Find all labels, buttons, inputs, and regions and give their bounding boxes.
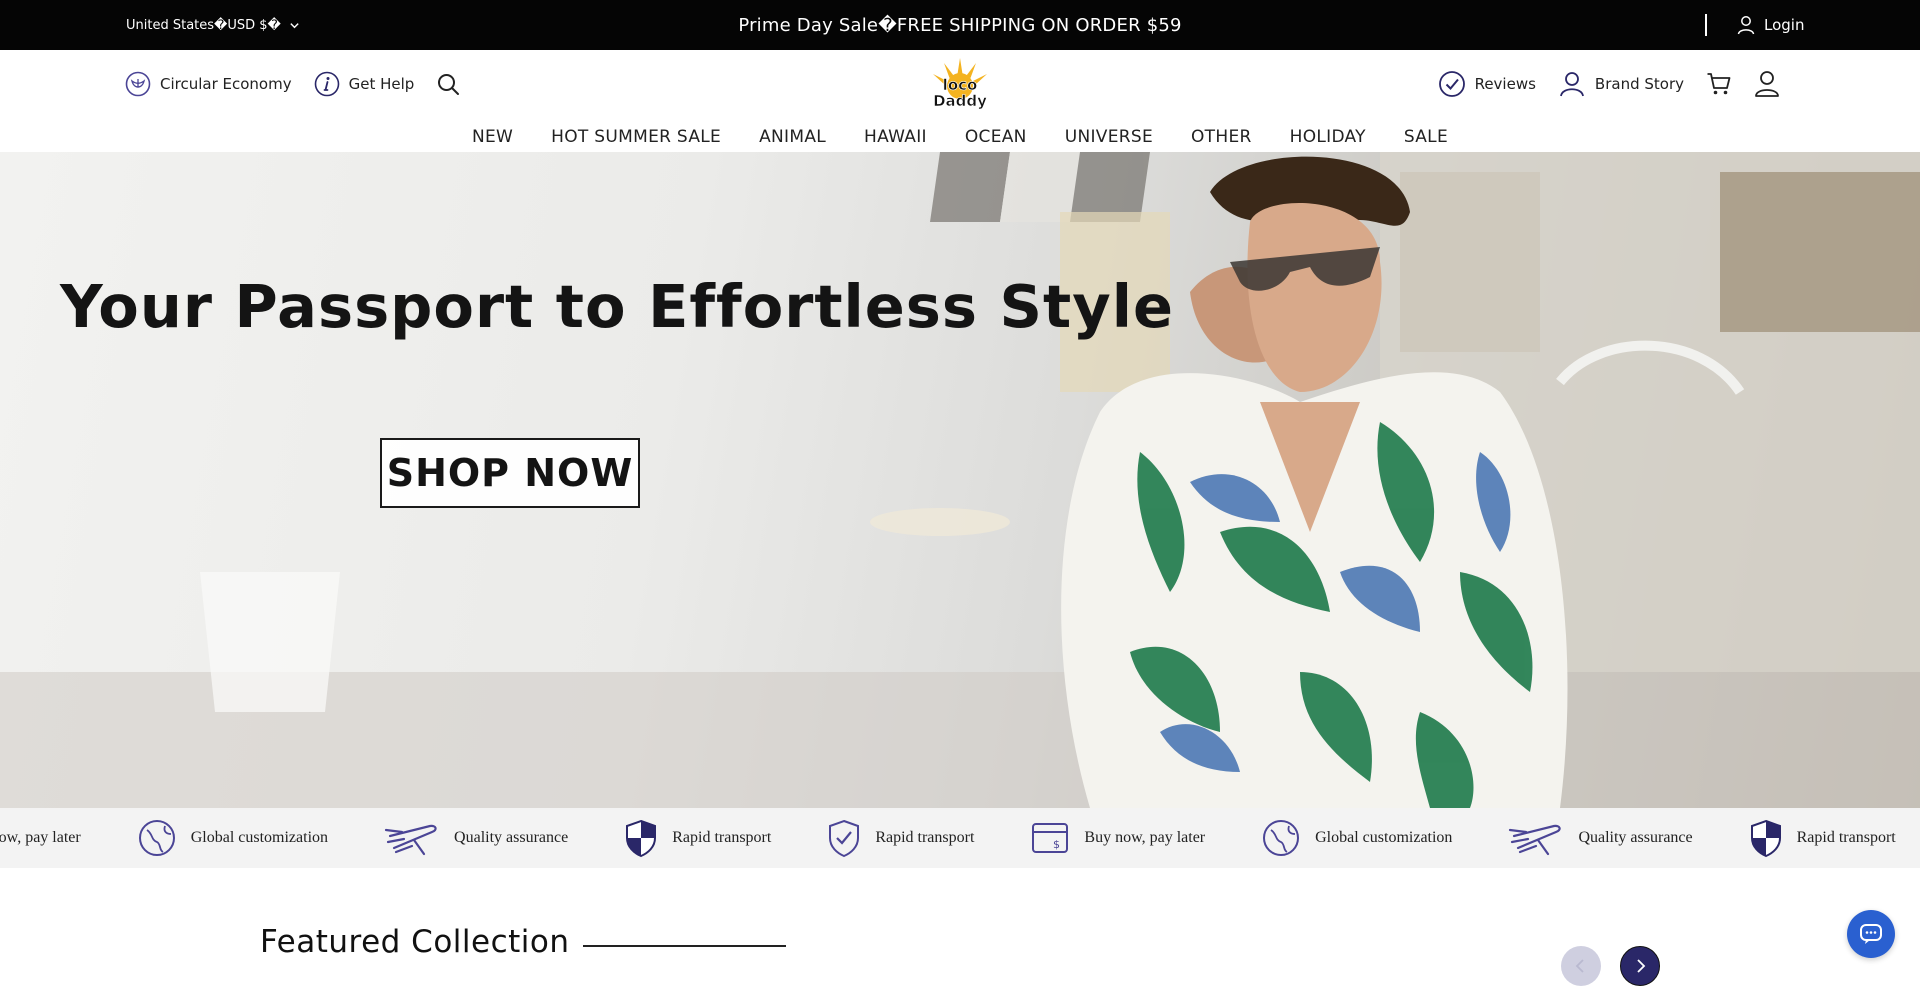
get-help-label: Get Help [348, 75, 415, 93]
feature-item: Rapid transport [1749, 818, 1896, 858]
user-icon [1560, 72, 1584, 97]
get-help-link[interactable]: Get Help [314, 71, 415, 97]
brand-story-label: Brand Story [1594, 75, 1684, 93]
nav-item-animal[interactable]: ANIMAL [759, 122, 826, 152]
chevron-left-icon [1575, 959, 1584, 973]
circular-economy-link[interactable]: Circular Economy [125, 71, 292, 97]
nav-item-new[interactable]: NEW [472, 122, 513, 152]
feature-label: Rapid transport [1796, 829, 1896, 846]
reviews-label: Reviews [1474, 75, 1536, 93]
login-link[interactable]: Login [1736, 0, 1804, 50]
nav-item-holiday[interactable]: HOLIDAY [1290, 122, 1366, 152]
feature-item: Quality assurance [384, 818, 568, 858]
region-label: United States�USD $� [126, 17, 281, 33]
shield-icon [1750, 819, 1781, 858]
check-circle-icon [1438, 71, 1465, 97]
svg-text:Daddy: Daddy [933, 92, 987, 110]
feature-item: Rapid transport [827, 818, 974, 858]
feature-item: Global customization [137, 818, 328, 858]
divider [1705, 14, 1707, 36]
feature-label: Buy now, pay later [1084, 829, 1206, 846]
card-icon: $ [1032, 823, 1069, 853]
login-label: Login [1764, 16, 1805, 34]
plane-icon [1509, 824, 1562, 856]
feature-item: Global customization [1261, 818, 1452, 858]
feature-label: Global customization [1315, 829, 1453, 846]
search-icon [438, 74, 460, 95]
region-currency-selector[interactable]: United States�USD $� [126, 0, 300, 50]
shield-check-icon [829, 819, 860, 858]
carousel-prev-button[interactable] [1561, 946, 1601, 986]
header-right-links: Reviews Brand Story [1438, 68, 1780, 100]
feature-label: Quality assurance [1578, 829, 1693, 846]
globe-icon [138, 820, 175, 856]
shop-now-button[interactable]: SHOP NOW [380, 438, 640, 508]
feature-label: Buy now, pay later [0, 829, 81, 846]
feature-label: Global customization [190, 829, 329, 846]
nav-item-hawaii[interactable]: HAWAII [864, 122, 927, 152]
feature-item: Buy now, pay later [0, 829, 81, 847]
hero-banner[interactable]: Your Passport to Effortless Style SHOP N… [0, 152, 1920, 808]
logo-sun-icon: loco Daddy [933, 58, 987, 110]
features-track: Buy now, pay later Global customization … [0, 808, 1920, 868]
nav-item-other[interactable]: OTHER [1191, 122, 1252, 152]
account-icon [1755, 71, 1779, 97]
user-icon [1737, 16, 1755, 35]
account-button[interactable] [1754, 70, 1780, 98]
globe-icon [1263, 820, 1300, 856]
search-button[interactable] [436, 72, 460, 96]
hero-image [0, 152, 1920, 808]
nav-item-ocean[interactable]: OCEAN [965, 122, 1027, 152]
feature-item: $ Buy now, pay later [1030, 818, 1205, 858]
announcement-bar: United States�USD $� Prime Day Sale�FREE… [0, 0, 1920, 50]
feature-label: Quality assurance [454, 829, 569, 846]
leaf-circle-icon [125, 71, 151, 97]
header-left-links: Circular Economy Get Help [125, 68, 460, 100]
shield-icon [626, 819, 657, 858]
feature-label: Rapid transport [672, 829, 772, 846]
nav-item-universe[interactable]: UNIVERSE [1065, 122, 1153, 152]
feature-label: Rapid transport [875, 829, 975, 846]
hero-title: Your Passport to Effortless Style [60, 272, 1174, 341]
chat-button[interactable] [1847, 910, 1895, 958]
site-header: Circular Economy Get Help loco Daddy Rev… [0, 50, 1920, 152]
chevron-right-icon [1637, 959, 1646, 973]
featured-collection-title: Featured Collection [260, 924, 570, 960]
circular-economy-label: Circular Economy [160, 75, 292, 93]
brand-story-link[interactable]: Brand Story [1558, 70, 1684, 98]
cart-icon [1707, 73, 1731, 95]
nav-item-hot-summer-sale[interactable]: HOT SUMMER SALE [551, 122, 721, 152]
plane-icon [384, 824, 437, 856]
main-navigation: NEW HOT SUMMER SALE ANIMAL HAWAII OCEAN … [0, 122, 1920, 152]
feature-item: Rapid transport [624, 818, 771, 858]
info-icon [314, 71, 339, 97]
svg-text:$: $ [1053, 838, 1060, 851]
title-divider [583, 945, 786, 947]
reviews-link[interactable]: Reviews [1438, 70, 1536, 98]
carousel-next-button[interactable] [1620, 946, 1660, 986]
brand-logo[interactable]: loco Daddy [926, 56, 994, 110]
feature-item: Quality assurance [1508, 818, 1693, 858]
nav-item-sale[interactable]: SALE [1404, 122, 1448, 152]
cart-button[interactable] [1706, 71, 1732, 97]
features-strip: Buy now, pay later Global customization … [0, 808, 1920, 868]
chat-icon [1860, 924, 1882, 944]
chevron-down-icon [290, 22, 299, 28]
